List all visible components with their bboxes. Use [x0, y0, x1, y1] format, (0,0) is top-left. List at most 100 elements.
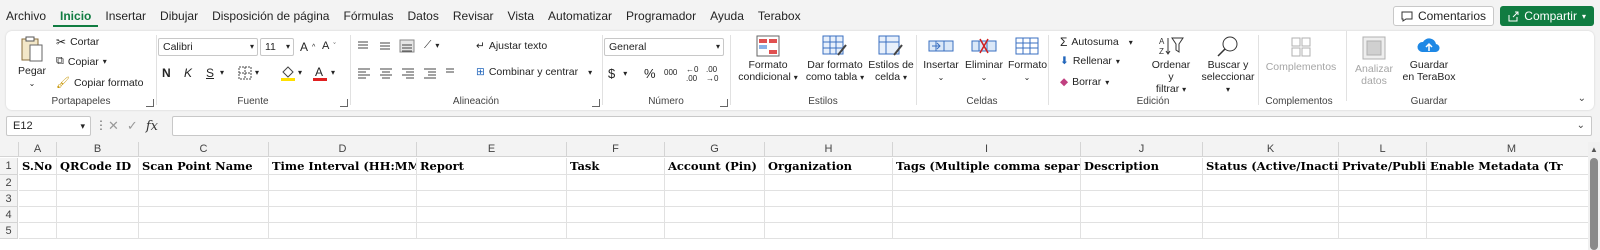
- grid-cell[interactable]: [417, 191, 567, 207]
- grid-cell[interactable]: [1339, 175, 1427, 191]
- grid-cell[interactable]: [57, 207, 139, 223]
- align-top-icon[interactable]: [356, 39, 416, 53]
- column-header[interactable]: K: [1203, 142, 1339, 157]
- header-cell[interactable]: QRCode ID: [57, 158, 139, 175]
- decrease-font-button[interactable]: Aˇ: [322, 40, 336, 52]
- cell-styles-button[interactable]: Estilos de celda ▾: [868, 35, 914, 84]
- grid-cell[interactable]: [1339, 191, 1427, 207]
- grid-cell[interactable]: [567, 223, 665, 239]
- header-cell[interactable]: Report: [417, 158, 567, 175]
- menu-item[interactable]: Inicio: [53, 5, 99, 27]
- grid-cell[interactable]: [417, 223, 567, 239]
- grid-cell[interactable]: [893, 223, 1081, 239]
- align-left-icon[interactable]: [356, 66, 456, 80]
- cut-button[interactable]: ✂ Cortar: [56, 35, 99, 49]
- font-size-select[interactable]: 11 ▾: [260, 38, 294, 56]
- header-cell[interactable]: Tags (Multiple comma separated: [893, 158, 1081, 175]
- header-cell[interactable]: Task: [567, 158, 665, 175]
- menu-item[interactable]: Revisar: [446, 5, 501, 27]
- column-header[interactable]: F: [567, 142, 665, 157]
- bold-button[interactable]: N: [162, 66, 171, 80]
- save-terabox-button[interactable]: Guardar en TeraBox: [1402, 35, 1456, 83]
- grid-cell[interactable]: [665, 207, 765, 223]
- grid-cell[interactable]: [417, 207, 567, 223]
- confirm-icon[interactable]: ✓: [127, 118, 138, 134]
- underline-button[interactable]: S: [206, 66, 214, 80]
- merge-center-button[interactable]: ⊞ Combinar y centrar ▾: [476, 66, 592, 78]
- grid-cell[interactable]: [1427, 207, 1597, 223]
- thousands-button[interactable]: 000: [664, 68, 677, 77]
- column-header[interactable]: D: [269, 142, 417, 157]
- grid-cell[interactable]: [139, 175, 269, 191]
- copy-button[interactable]: ⧉ Copiar ▾: [56, 55, 107, 68]
- orientation-button[interactable]: ⟋ ▾: [424, 39, 439, 52]
- menu-item[interactable]: Archivo: [0, 5, 53, 27]
- grid-cell[interactable]: [1081, 223, 1203, 239]
- grid-cell[interactable]: [57, 175, 139, 191]
- grid-cell[interactable]: [1427, 223, 1597, 239]
- conditional-format-button[interactable]: Formato condicional ▾: [736, 35, 800, 84]
- grid-cell[interactable]: [765, 223, 893, 239]
- grid-cell[interactable]: [765, 175, 893, 191]
- column-header[interactable]: I: [893, 142, 1081, 157]
- row-header[interactable]: 1: [0, 158, 18, 175]
- grid-cell[interactable]: [19, 191, 57, 207]
- format-cells-button[interactable]: Formato ⌄: [1008, 35, 1047, 84]
- increase-decimal-icon[interactable]: ←0.00: [686, 65, 698, 83]
- increase-font-button[interactable]: A ^: [300, 40, 315, 54]
- grid-cell[interactable]: [1203, 207, 1339, 223]
- column-header[interactable]: E: [417, 142, 567, 157]
- grid-cell[interactable]: [1203, 191, 1339, 207]
- column-header[interactable]: A: [19, 142, 57, 157]
- grid-cell[interactable]: [1339, 223, 1427, 239]
- menu-item[interactable]: Vista: [501, 5, 541, 27]
- vertical-scrollbar[interactable]: ▲: [1588, 142, 1600, 250]
- menu-item[interactable]: Automatizar: [541, 5, 619, 27]
- grid-cell[interactable]: [19, 175, 57, 191]
- grid-cell[interactable]: [1081, 191, 1203, 207]
- grid-cell[interactable]: [19, 207, 57, 223]
- grid-cell[interactable]: [417, 175, 567, 191]
- column-header[interactable]: G: [665, 142, 765, 157]
- format-painter-button[interactable]: 🖌 Copiar formato: [56, 76, 143, 90]
- column-header[interactable]: L: [1339, 142, 1427, 157]
- menu-item[interactable]: Terabox: [751, 5, 808, 27]
- grid-cell[interactable]: [1203, 223, 1339, 239]
- menu-item[interactable]: Disposición de página: [205, 5, 336, 27]
- italic-button[interactable]: K: [184, 66, 192, 80]
- grid-cell[interactable]: [57, 191, 139, 207]
- formula-input[interactable]: ⌄: [172, 116, 1592, 136]
- scroll-up-icon[interactable]: ▲: [1590, 145, 1598, 154]
- grid-cell[interactable]: [269, 207, 417, 223]
- grid-cell[interactable]: [139, 191, 269, 207]
- grid-cell[interactable]: [665, 175, 765, 191]
- dialog-launcher-icon[interactable]: [146, 99, 154, 107]
- dialog-launcher-icon[interactable]: [720, 99, 728, 107]
- header-cell[interactable]: Organization: [765, 158, 893, 175]
- row-header[interactable]: 5: [0, 223, 18, 239]
- grid-cell[interactable]: [19, 223, 57, 239]
- grid-cell[interactable]: [765, 207, 893, 223]
- column-header[interactable]: B: [57, 142, 139, 157]
- grid-cell[interactable]: [1081, 175, 1203, 191]
- menu-item[interactable]: Insertar: [98, 5, 153, 27]
- menu-item[interactable]: Dibujar: [153, 5, 205, 27]
- header-cell[interactable]: Time Interval (HH:MM): [269, 158, 417, 175]
- grid-cell[interactable]: [893, 175, 1081, 191]
- comments-button[interactable]: Comentarios: [1392, 6, 1494, 26]
- font-color-icon[interactable]: A: [312, 64, 328, 82]
- name-box[interactable]: E12 ▾: [6, 116, 91, 136]
- grid-cell[interactable]: [1427, 191, 1597, 207]
- dialog-launcher-icon[interactable]: [592, 99, 600, 107]
- column-header[interactable]: C: [139, 142, 269, 157]
- grid-cell[interactable]: [567, 207, 665, 223]
- decrease-decimal-icon[interactable]: .00 →0: [706, 65, 718, 83]
- borders-icon[interactable]: [238, 66, 252, 80]
- row-header[interactable]: 3: [0, 191, 18, 207]
- fill-button[interactable]: ⬇ Rellenar ▾: [1060, 55, 1120, 67]
- menu-item[interactable]: Ayuda: [703, 5, 751, 27]
- insert-cells-button[interactable]: Insertar ⌄: [922, 35, 960, 84]
- row-header[interactable]: 2: [0, 175, 18, 191]
- grid-cell[interactable]: [269, 223, 417, 239]
- grid-cell[interactable]: [893, 207, 1081, 223]
